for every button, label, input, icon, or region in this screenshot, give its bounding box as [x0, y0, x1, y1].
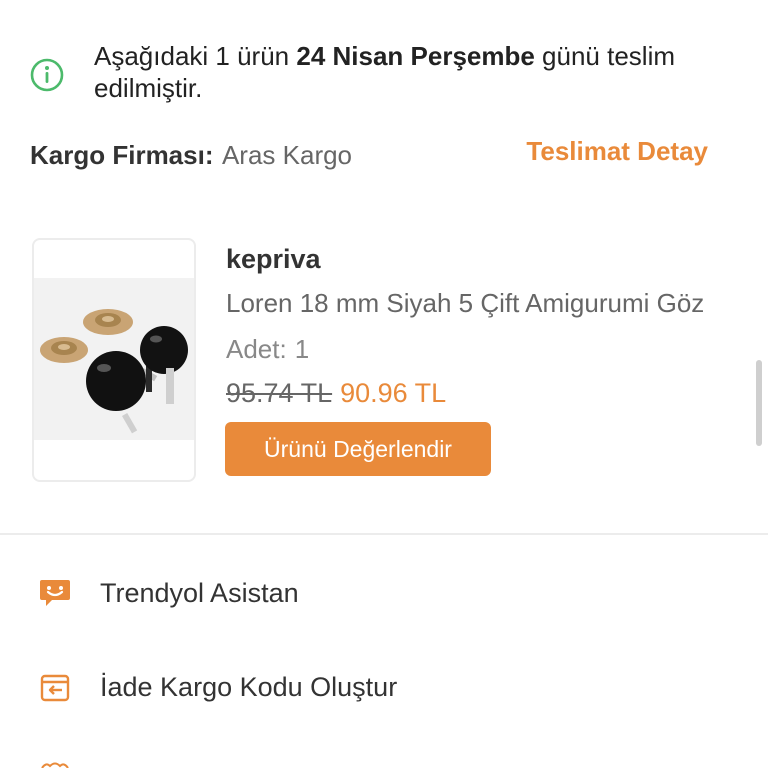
quantity-value: 1: [294, 334, 310, 364]
cargo-company: Aras Kargo: [221, 140, 353, 170]
chat-assistant-icon: [40, 580, 70, 606]
product-image[interactable]: [32, 238, 196, 482]
divider: [0, 533, 768, 535]
seller-name[interactable]: kepriva: [226, 244, 321, 275]
menu-item-label: Trendyol Asistan: [100, 578, 299, 608]
old-price: 95.74 TL: [226, 378, 333, 408]
delivery-date: 24 Nisan Perşembe: [296, 41, 535, 71]
cargo-label: Kargo Firması:: [30, 140, 214, 170]
next-menu-icon: [41, 762, 69, 768]
delivery-prefix: Aşağıdaki 1 ürün: [94, 41, 297, 71]
info-circle-icon: [30, 58, 64, 92]
price-row: 95.74 TL 90.96 TL: [226, 378, 446, 409]
new-price: 90.96 TL: [340, 378, 447, 408]
menu-item-return-code[interactable]: İade Kargo Kodu Oluştur: [0, 654, 768, 724]
scrollbar[interactable]: [756, 360, 762, 446]
product-title[interactable]: Loren 18 mm Siyah 5 Çift Amigurumi Göz: [226, 288, 741, 319]
quantity: Adet: 1: [226, 334, 309, 365]
rate-product-button[interactable]: Ürünü Değerlendir: [225, 422, 491, 476]
cargo-row: Kargo Firması: Aras Kargo Teslimat Detay: [30, 136, 710, 176]
amigurumi-eyes-image: [34, 278, 194, 440]
quantity-label: Adet:: [226, 334, 287, 364]
return-box-icon: [40, 674, 70, 702]
menu-item-label: İade Kargo Kodu Oluştur: [100, 672, 398, 702]
order-detail-screen: Aşağıdaki 1 ürün 24 Nisan Perşembe günü …: [0, 0, 768, 768]
delivery-detail-link[interactable]: Teslimat Detay: [526, 136, 708, 167]
delivery-status-text: Aşağıdaki 1 ürün 24 Nisan Perşembe günü …: [94, 40, 730, 104]
delivery-status: Aşağıdaki 1 ürün 24 Nisan Perşembe günü …: [30, 40, 730, 104]
menu-item-trendyol-asistan[interactable]: Trendyol Asistan: [0, 560, 768, 630]
